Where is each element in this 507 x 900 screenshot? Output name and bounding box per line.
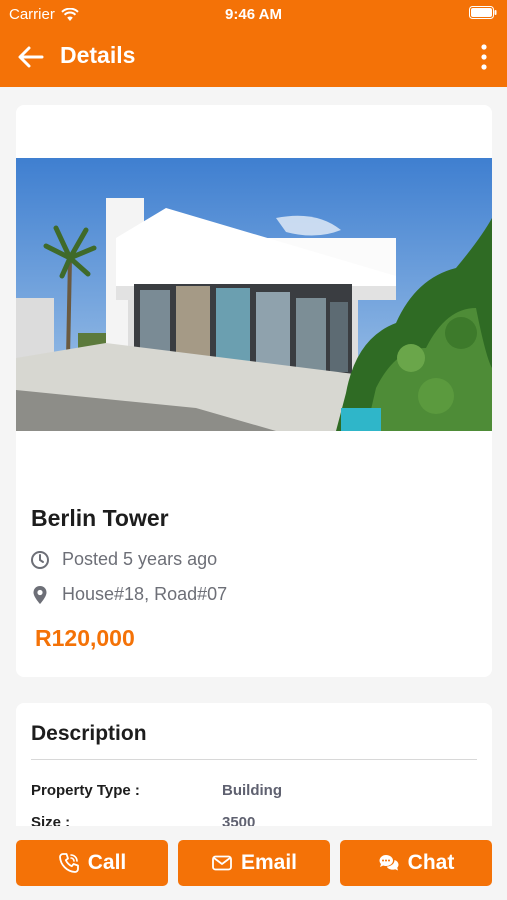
- description-title: Description: [31, 722, 147, 745]
- title-bar: Details: [0, 28, 507, 87]
- more-options-button[interactable]: [479, 43, 489, 71]
- action-bar: Call Email Chat: [0, 826, 507, 900]
- chat-bubbles-icon: [379, 855, 399, 871]
- location-pin-icon: [33, 585, 47, 604]
- chat-button[interactable]: Chat: [340, 840, 492, 886]
- battery-icon: [469, 6, 497, 23]
- chat-label: Chat: [407, 851, 455, 874]
- mail-icon: [212, 855, 232, 871]
- property-address: House#18, Road#07: [62, 584, 228, 604]
- spec-label-property-type: Property Type :: [31, 782, 140, 799]
- call-button[interactable]: Call: [16, 840, 168, 886]
- property-name: Berlin Tower: [31, 505, 169, 531]
- back-button[interactable]: [16, 43, 46, 71]
- divider: [31, 759, 477, 760]
- property-photo[interactable]: [16, 158, 492, 431]
- email-button[interactable]: Email: [178, 840, 330, 886]
- spec-value-property-type: Building: [222, 782, 282, 799]
- status-time: 9:46 AM: [225, 6, 282, 23]
- posted-row: Posted 5 years ago: [30, 549, 217, 570]
- phone-icon: [58, 853, 79, 873]
- email-label: Email: [240, 851, 298, 874]
- status-bar: Carrier 9:46 AM: [0, 0, 507, 28]
- clock-icon: [31, 550, 49, 569]
- property-price: R120,000: [35, 625, 135, 651]
- back-arrow-icon: [18, 46, 44, 68]
- address-row: House#18, Road#07: [30, 584, 227, 605]
- more-vertical-icon: [481, 44, 487, 70]
- page-title: Details: [60, 42, 136, 68]
- posted-time: Posted 5 years ago: [62, 549, 218, 569]
- call-label: Call: [87, 851, 127, 874]
- property-card: Berlin Tower Posted 5 years ago House#18…: [16, 105, 492, 677]
- app-bar: Carrier 9:46 AM Details: [0, 0, 507, 87]
